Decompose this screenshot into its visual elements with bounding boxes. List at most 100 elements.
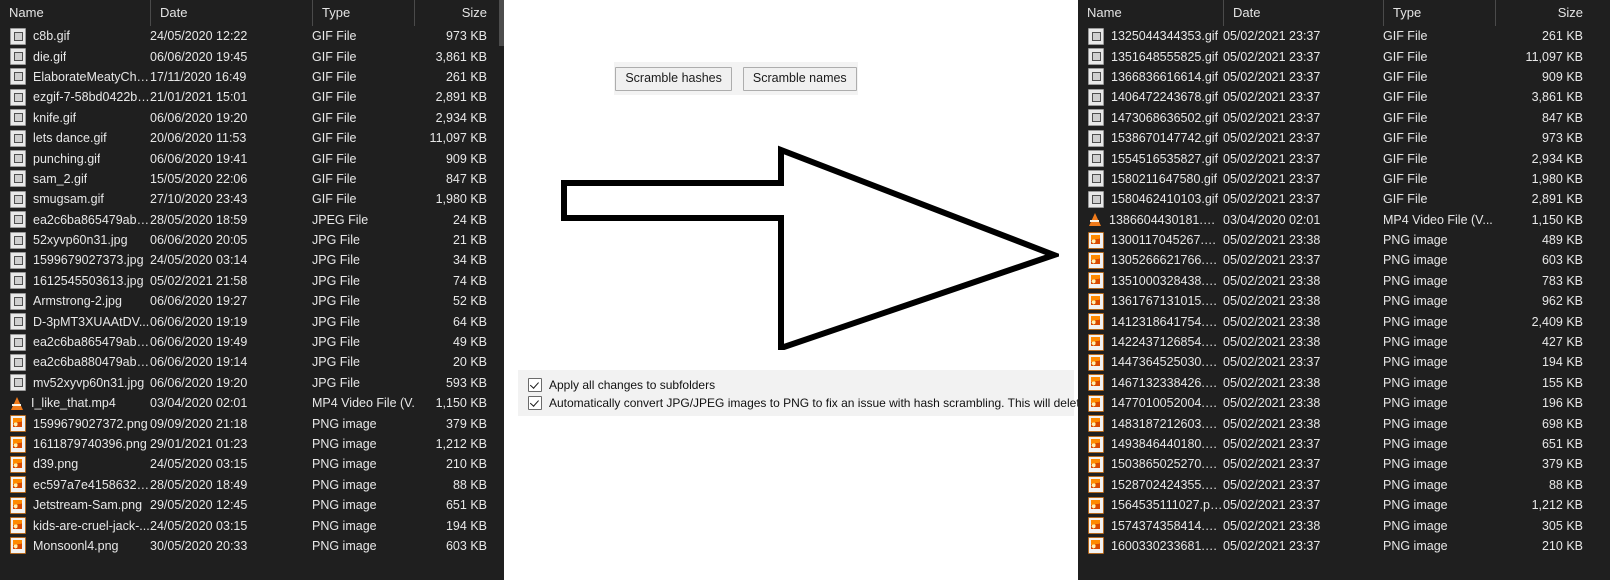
file-row[interactable]: c8b.gif 24/05/2020 12:22 GIF File 973 KB [0, 26, 504, 46]
file-name-cell: 52xyvp60n31.jpg [0, 231, 150, 249]
file-date-cell: 05/02/2021 23:37 [1223, 90, 1321, 105]
apply-subfolders-option-row[interactable]: Apply all changes to subfolders [528, 377, 715, 393]
file-row[interactable]: 1599679027372.png 09/09/2020 21:18 PNG ima… [0, 413, 504, 433]
scramble-hashes-button[interactable]: Scramble hashes [615, 66, 732, 91]
file-date-cell: 29/01/2021 01:23 [150, 437, 248, 451]
left-column-header-type[interactable]: Type ⌃ [312, 0, 414, 26]
file-name-label: 1305266621766.png [1111, 253, 1223, 268]
file-row[interactable]: 1473068636502.gif 05/02/2021 23:37 GIF Fil… [1078, 108, 1610, 128]
right-column-header-row: Name Date Type Size [1078, 0, 1610, 26]
file-type-cell: PNG image [1383, 294, 1448, 309]
file-row[interactable]: 1599679027373.jpg 24/05/2020 03:14 JPG Fil… [0, 250, 504, 270]
right-column-header-size[interactable]: Size [1495, 0, 1595, 26]
file-row[interactable]: ezgif-7-58bd0422b8... 21/01/2021 15:01 GIF… [0, 87, 504, 107]
file-name-cell: punching.gif [0, 150, 150, 168]
file-row[interactable]: 1600330233681.png 05/02/2021 23:37 PNG ima… [1078, 536, 1610, 556]
file-row[interactable]: I_like_that.mp4 03/04/2020 02:01 MP4 Video… [0, 393, 504, 413]
file-date-cell: 05/02/2021 23:38 [1223, 314, 1321, 329]
right-column-header-name[interactable]: Name [1078, 0, 1223, 26]
file-type-cell: GIF File [1383, 49, 1428, 64]
file-date-cell: 05/02/2021 23:38 [1223, 233, 1321, 248]
file-row[interactable]: 1493846440180.png 05/02/2021 23:37 PNG ima… [1078, 434, 1610, 454]
file-row[interactable]: 1361767131015.png 05/02/2021 23:38 PNG ima… [1078, 291, 1610, 311]
file-row[interactable]: 1580462410103.gif 05/02/2021 23:37 GIF Fil… [1078, 189, 1610, 209]
apply-subfolders-checkbox[interactable] [528, 378, 542, 392]
file-row[interactable]: sam_2.gif 15/05/2020 22:06 GIF File 847 KB [0, 169, 504, 189]
file-size-cell: 783 KB [1541, 273, 1583, 288]
file-row[interactable]: die.gif 06/06/2020 19:45 GIF File 3,861 KB [0, 46, 504, 66]
file-row[interactable]: 1406472243678.gif 05/02/2021 23:37 GIF Fil… [1078, 87, 1610, 107]
png-file-icon [10, 415, 26, 433]
file-row[interactable]: 1412318641754.png 05/02/2021 23:38 PNG ima… [1078, 311, 1610, 331]
left-column-header-date[interactable]: Date [150, 0, 312, 26]
left-column-header-size[interactable]: Size [414, 0, 499, 26]
file-row[interactable]: 1574374358414.png 05/02/2021 23:38 PNG ima… [1078, 515, 1610, 535]
file-name-cell: Armstrong-2.jpg [0, 292, 150, 310]
file-type-cell: PNG image [312, 416, 377, 431]
file-row[interactable]: Jetstream-Sam.png 29/05/2020 12:45 PNG ima… [0, 495, 504, 515]
file-row[interactable]: 1351000328438.png 05/02/2021 23:38 PNG ima… [1078, 271, 1610, 291]
file-type-cell: PNG image [1383, 253, 1448, 268]
file-size-cell: 489 KB [1541, 233, 1583, 248]
right-column-header-name-label: Name [1087, 5, 1122, 20]
file-row[interactable]: mv52xyvp60n31.jpg 06/06/2020 19:20 JPG Fil… [0, 373, 504, 393]
file-row[interactable]: 1325044344353.gif 05/02/2021 23:37 GIF Fil… [1078, 26, 1610, 46]
file-row[interactable]: 1483187212603.png 05/02/2021 23:38 PNG ima… [1078, 413, 1610, 433]
file-row[interactable]: 1503865025270.png 05/02/2021 23:37 PNG ima… [1078, 454, 1610, 474]
file-row[interactable]: ea2c6ba865479abe5... 06/06/2020 19:49 JPG … [0, 332, 504, 352]
file-row[interactable]: 1300117045267.png 05/02/2021 23:38 PNG ima… [1078, 230, 1610, 250]
file-name-cell: 1580211647580.gif [1078, 170, 1223, 188]
file-name-label: 1528702424355.png [1111, 477, 1223, 492]
file-row[interactable]: 1554516535827.gif 05/02/2021 23:37 GIF Fil… [1078, 148, 1610, 168]
file-row[interactable]: ea2c6ba880479abe5... 06/06/2020 19:14 JPG … [0, 352, 504, 372]
file-row[interactable]: 1538670147742.gif 05/02/2021 23:37 GIF Fil… [1078, 128, 1610, 148]
file-type-cell: PNG image [1383, 477, 1448, 492]
file-row[interactable]: smugsam.gif 27/10/2020 23:43 GIF File 1,980… [0, 189, 504, 209]
file-row[interactable]: 1467132338426.png 05/02/2021 23:38 PNG ima… [1078, 373, 1610, 393]
arrow-shape [561, 145, 1063, 353]
scramble-names-button[interactable]: Scramble names [742, 66, 857, 91]
file-name-cell: 1300117045267.png [1078, 231, 1223, 249]
file-row[interactable]: Armstrong-2.jpg 06/06/2020 19:27 JPG File 5… [0, 291, 504, 311]
file-row[interactable]: knife.gif 06/06/2020 19:20 GIF File 2,934 K… [0, 108, 504, 128]
file-row[interactable]: 1351648555825.gif 05/02/2021 23:37 GIF Fil… [1078, 46, 1610, 66]
file-row[interactable]: Monsoonl4.png 30/05/2020 20:33 PNG image 60… [0, 536, 504, 556]
file-row[interactable]: 1447364525030.png 05/02/2021 23:37 PNG ima… [1078, 352, 1610, 372]
file-date-cell: 05/02/2021 23:37 [1223, 110, 1321, 125]
file-row[interactable]: 1477010052004.png 05/02/2021 23:38 PNG ima… [1078, 393, 1610, 413]
file-row[interactable]: 1612545503613.jpg 05/02/2021 21:58 JPG Fil… [0, 271, 504, 291]
file-row[interactable]: 1580211647580.gif 05/02/2021 23:37 GIF Fil… [1078, 169, 1610, 189]
left-column-header-name[interactable]: Name [0, 0, 150, 26]
file-row[interactable]: 1564535111027.png 05/02/2021 23:37 PNG ima… [1078, 495, 1610, 515]
file-row[interactable]: ElaborateMeatyChe... 17/11/2020 16:49 GIF … [0, 67, 504, 87]
file-row[interactable]: lets dance.gif 20/06/2020 11:53 GIF File 11… [0, 128, 504, 148]
file-row[interactable]: ec597a7e415863206... 28/05/2020 18:49 PNG … [0, 475, 504, 495]
right-column-header-date[interactable]: Date [1223, 0, 1383, 26]
file-type-cell: GIF File [312, 90, 357, 105]
file-row[interactable]: 1611879740396.png 29/01/2021 01:23 PNG ima… [0, 434, 504, 454]
file-name-label: 1612545503613.jpg [33, 273, 144, 288]
file-size-cell: 847 KB [1541, 110, 1583, 125]
file-date-cell: 24/05/2020 12:22 [150, 29, 248, 44]
file-date-cell: 05/02/2021 23:37 [1223, 538, 1321, 553]
file-name-cell: c8b.gif [0, 27, 150, 45]
right-column-header-type[interactable]: Type [1383, 0, 1495, 26]
file-row[interactable]: kids-are-cruel-jack-... 24/05/2020 03:15 P… [0, 515, 504, 535]
file-row[interactable]: D-3pMT3XUAAtDV... 06/06/2020 19:19 JPG Fil… [0, 311, 504, 331]
file-date-cell: 05/02/2021 23:38 [1223, 273, 1321, 288]
file-row[interactable]: 1386604430181.mp4 03/04/2020 02:01 MP4 Vid… [1078, 210, 1610, 230]
file-row[interactable]: punching.gif 06/06/2020 19:41 GIF File 909 … [0, 148, 504, 168]
file-row[interactable]: 1528702424355.png 05/02/2021 23:37 PNG ima… [1078, 475, 1610, 495]
file-row[interactable]: 1422437126854.png 05/02/2021 23:38 PNG ima… [1078, 332, 1610, 352]
file-date-cell: 05/02/2021 23:38 [1223, 294, 1321, 309]
file-row[interactable]: ea2c6ba865479abe5... 28/05/2020 18:59 JPEG… [0, 210, 504, 230]
auto-convert-checkbox[interactable] [528, 396, 542, 410]
file-row[interactable]: d39.png 24/05/2020 03:15 PNG image 210 KB [0, 454, 504, 474]
file-row[interactable]: 1366836616614.gif 05/02/2021 23:37 GIF Fil… [1078, 67, 1610, 87]
file-row[interactable]: 52xyvp60n31.jpg 06/06/2020 20:05 JPG File 2… [0, 230, 504, 250]
file-row[interactable]: 1305266621766.png 05/02/2021 23:37 PNG ima… [1078, 250, 1610, 270]
file-date-cell: 06/06/2020 19:19 [150, 314, 248, 329]
auto-convert-option-row[interactable]: Automatically convert JPG/JPEG images to… [528, 395, 1144, 411]
file-size-cell: 194 KB [1541, 355, 1583, 370]
file-type-cell: PNG image [312, 518, 377, 533]
